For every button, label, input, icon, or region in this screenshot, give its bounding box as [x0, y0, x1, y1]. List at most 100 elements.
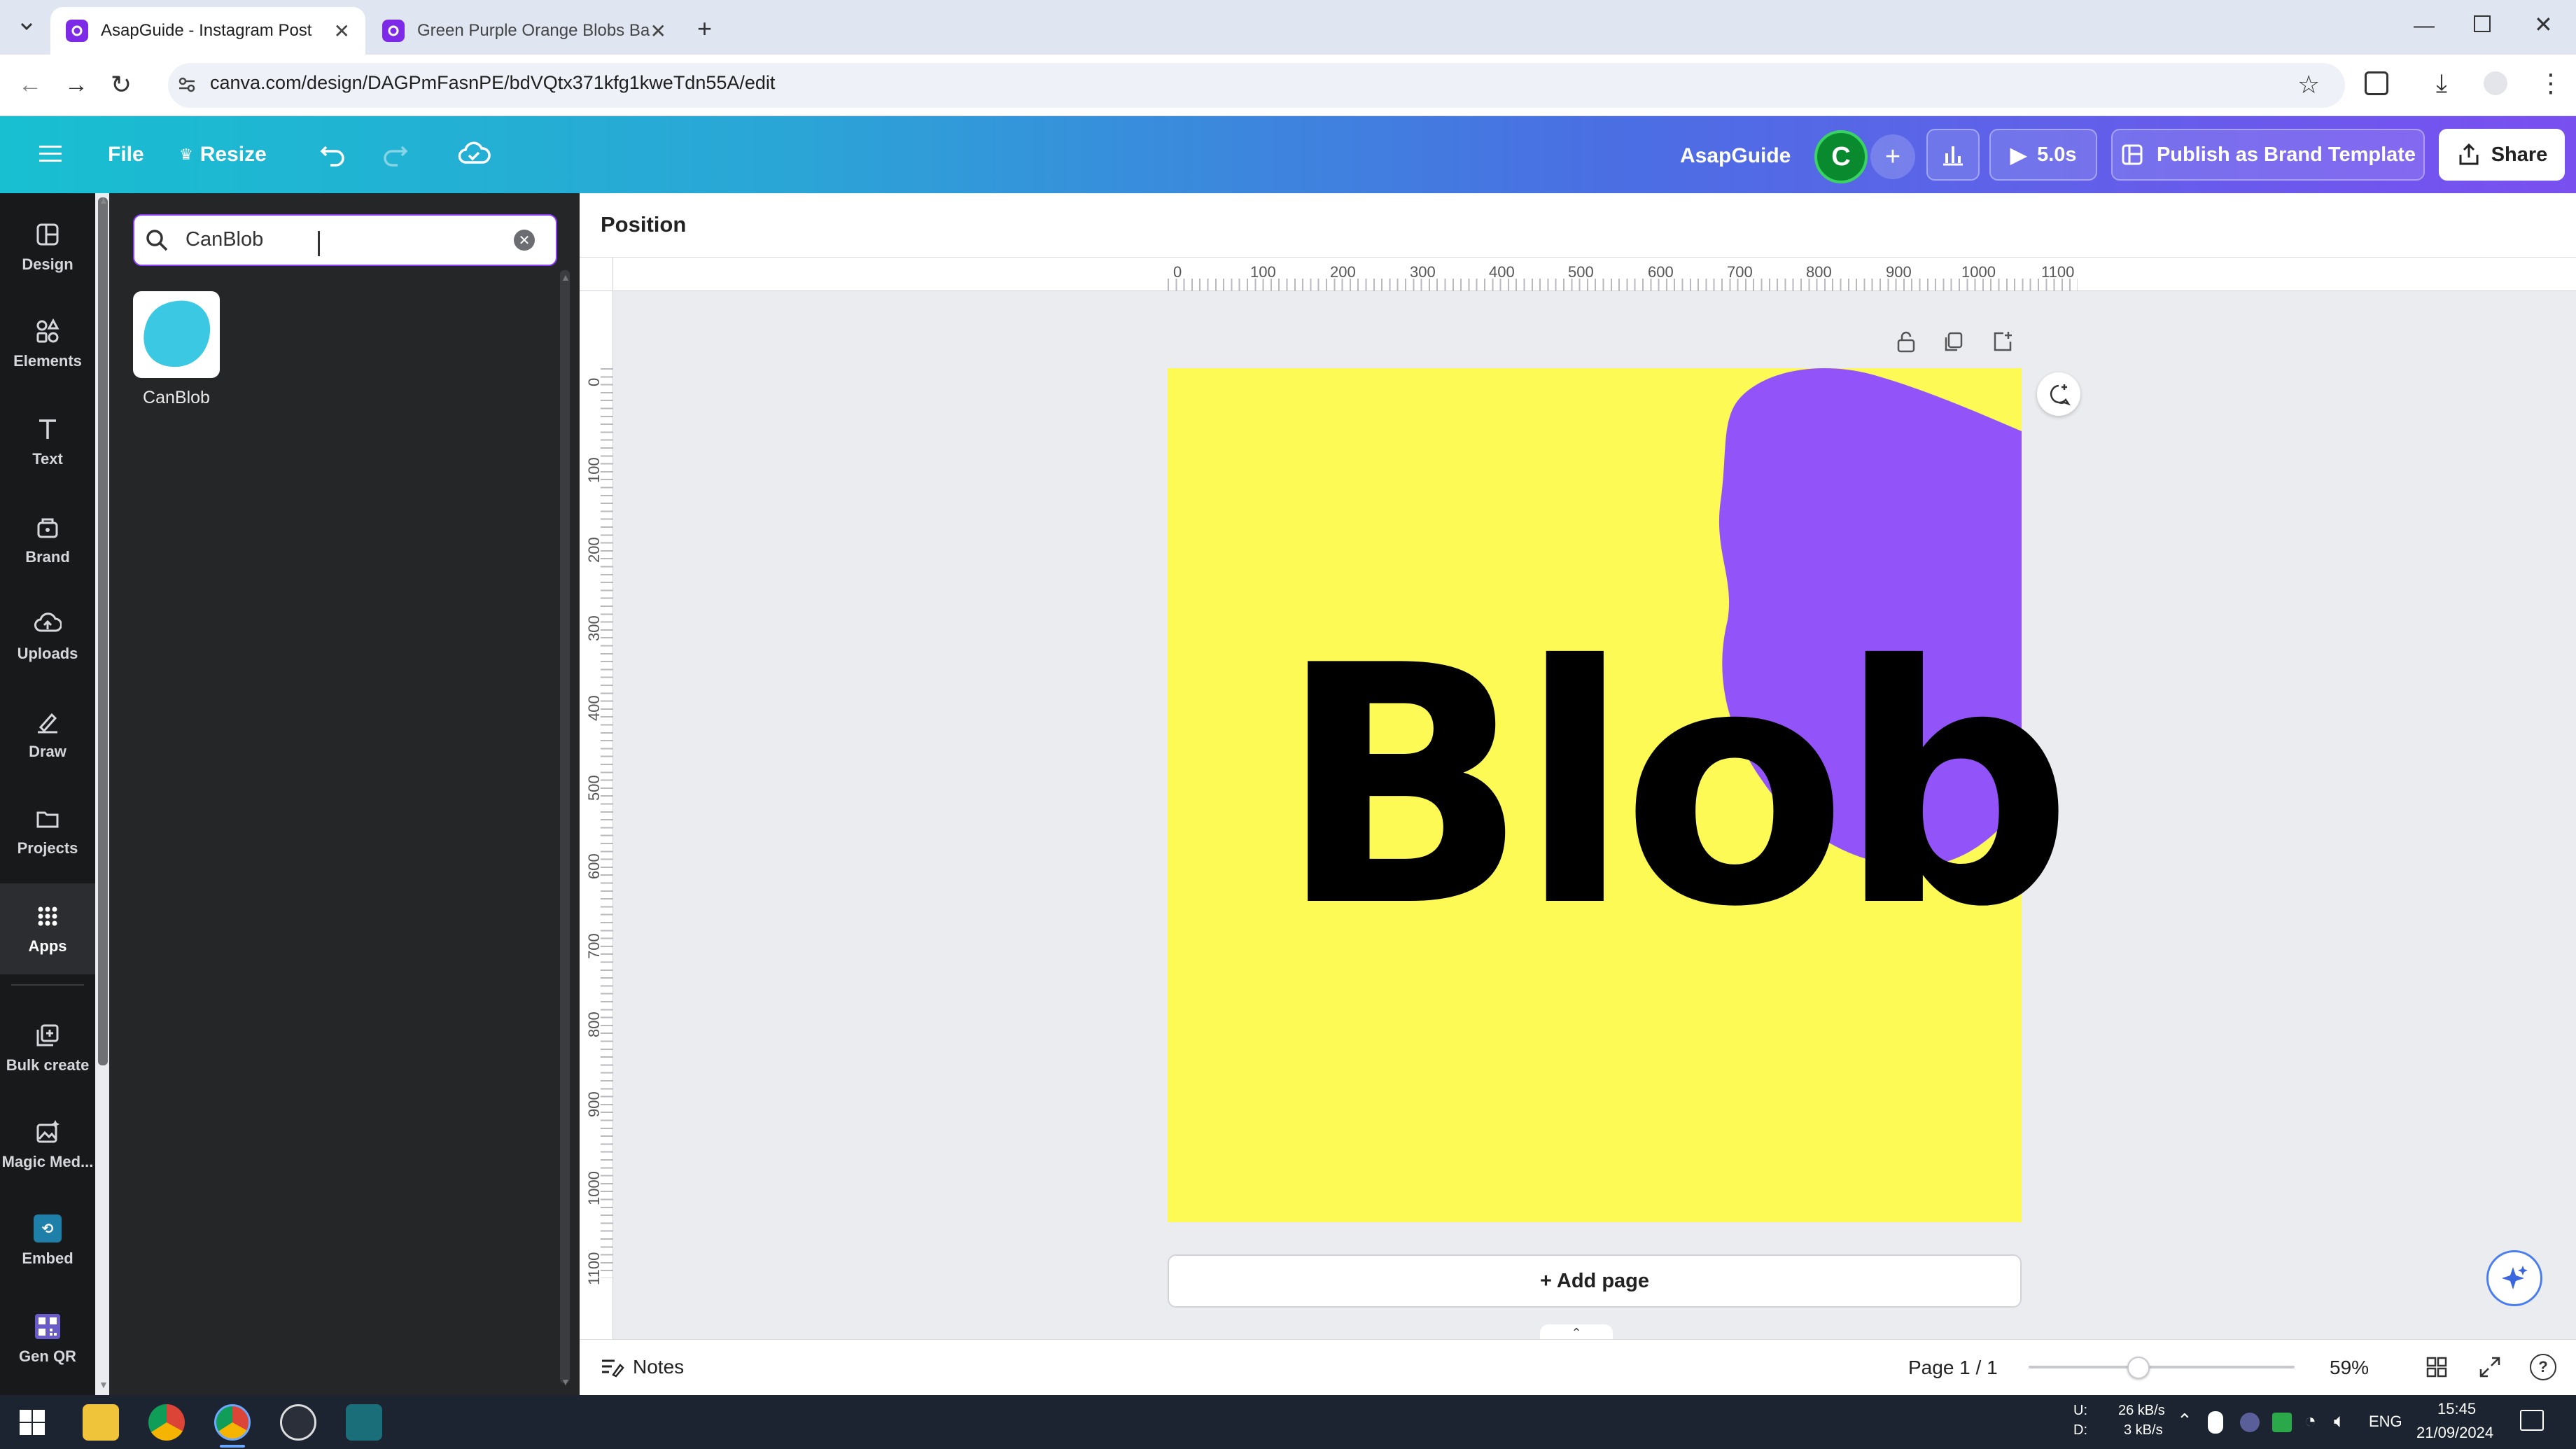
restore-icon[interactable]: [2474, 15, 2491, 32]
rail-scrollbar[interactable]: [98, 197, 108, 1065]
cloud-saved-icon[interactable]: [456, 139, 491, 169]
notes-button[interactable]: Notes: [599, 1355, 684, 1379]
close-tab-icon[interactable]: ✕: [650, 20, 666, 43]
tab-title: Green Purple Orange Blobs Ba: [417, 21, 650, 40]
fullscreen-icon[interactable]: [2478, 1355, 2502, 1379]
canblob-app-thumbnail[interactable]: [133, 291, 220, 378]
rail-magic-media[interactable]: Magic Med...: [0, 1099, 95, 1190]
tab-green-purple[interactable]: Green Purple Orange Blobs Ba ✕: [367, 7, 682, 55]
panel-scroll-down-icon[interactable]: ▼: [561, 1376, 570, 1387]
clear-search-icon[interactable]: ✕: [514, 230, 535, 251]
h-tick-label: 300: [1410, 263, 1436, 281]
rail-brand[interactable]: Brand: [0, 494, 95, 585]
v-tick-label: 600: [585, 853, 603, 879]
bookmark-star-icon[interactable]: ☆: [2297, 70, 2320, 99]
net-download-speed: 3 kB/s: [2124, 1422, 2163, 1438]
headline-text[interactable]: Blob: [1278, 623, 2073, 952]
v-tick-label: 1000: [585, 1171, 603, 1205]
clock-time[interactable]: 15:45: [2437, 1400, 2476, 1418]
rail-embed[interactable]: ⟲ Embed: [0, 1196, 95, 1287]
resize-menu[interactable]: ♛ Resize: [179, 143, 267, 167]
reload-icon[interactable]: ↻: [111, 70, 132, 99]
rail-apps[interactable]: Apps: [0, 883, 95, 974]
tray-overflow-icon[interactable]: ⌃: [2177, 1410, 2192, 1432]
panel-scroll-up-icon[interactable]: ▲: [561, 272, 570, 283]
language-indicator[interactable]: ENG: [2369, 1413, 2402, 1431]
rail-text[interactable]: Text: [0, 396, 95, 487]
help-icon[interactable]: ?: [2530, 1354, 2556, 1380]
notifications-icon[interactable]: [2520, 1410, 2544, 1431]
profile-avatar[interactable]: [2484, 71, 2507, 95]
main-menu-icon[interactable]: [36, 141, 64, 167]
v-tick-label: 700: [585, 933, 603, 959]
invite-add-icon[interactable]: +: [1870, 134, 1915, 179]
back-icon[interactable]: ←: [18, 71, 42, 99]
insights-button[interactable]: [1926, 129, 1980, 181]
rail-uploads[interactable]: Uploads: [0, 591, 95, 682]
file-explorer-icon[interactable]: [83, 1404, 119, 1441]
browser-menu-icon[interactable]: ⋮: [2538, 69, 2563, 98]
net-upload-speed: 26 kB/s: [2118, 1403, 2165, 1418]
rail-bulk-create[interactable]: Bulk create: [0, 1002, 95, 1093]
rail-scroll-down-icon[interactable]: ▼: [99, 1379, 108, 1390]
close-window-icon[interactable]: ✕: [2534, 11, 2553, 38]
microphone-icon[interactable]: [2208, 1411, 2223, 1434]
tray-app2-icon[interactable]: [2272, 1413, 2292, 1432]
file-menu[interactable]: File: [108, 143, 144, 167]
uploads-icon: [34, 612, 62, 632]
grid-view-icon[interactable]: [2425, 1355, 2449, 1379]
downloads-icon[interactable]: ⤓: [2436, 69, 2447, 99]
close-tab-icon[interactable]: ✕: [334, 20, 350, 43]
rail-projects[interactable]: Projects: [0, 785, 95, 876]
position-button[interactable]: Position: [601, 212, 686, 237]
left-rail: Design Elements Text Brand Uploads Draw …: [0, 193, 95, 1395]
duplicate-page-icon[interactable]: [1942, 329, 1966, 354]
page-indicator[interactable]: Page 1 / 1: [1908, 1357, 1998, 1379]
team-name[interactable]: AsapGuide: [1680, 144, 1791, 168]
rail-draw[interactable]: Draw: [0, 689, 95, 780]
panel-scrollbar[interactable]: [560, 270, 570, 1383]
add-page-button[interactable]: + Add page: [1168, 1254, 2022, 1308]
site-info-icon[interactable]: [176, 74, 197, 95]
clock-date[interactable]: 21/09/2024: [2416, 1424, 2493, 1442]
minimize-icon[interactable]: —: [2414, 14, 2435, 38]
tab-list-dropdown-icon[interactable]: [15, 15, 38, 38]
terminal-app-icon[interactable]: [346, 1404, 382, 1441]
forward-icon[interactable]: →: [64, 71, 88, 99]
volume-icon[interactable]: 🔈︎: [2334, 1410, 2346, 1433]
lock-page-icon[interactable]: [1894, 329, 1918, 354]
canblob-app-label: CanBlob: [143, 388, 210, 407]
redo-icon[interactable]: [379, 137, 412, 169]
draw-icon: [38, 713, 57, 734]
zoom-slider-track[interactable]: [2029, 1366, 2295, 1368]
magic-assistant-button[interactable]: [2486, 1250, 2542, 1306]
design-icon: [36, 223, 59, 246]
clock-app-icon[interactable]: [280, 1404, 316, 1441]
publish-brand-template-button[interactable]: Publish as Brand Template: [2111, 129, 2425, 181]
rail-design[interactable]: Design: [0, 202, 95, 293]
bulk-create-icon: [36, 1024, 59, 1046]
h-tick-label: 600: [1648, 263, 1674, 281]
chrome-icon[interactable]: [148, 1404, 185, 1441]
user-avatar[interactable]: C: [1814, 130, 1868, 183]
comment-add-icon[interactable]: [2037, 372, 2080, 416]
h-tick-label: 200: [1330, 263, 1356, 281]
zoom-level[interactable]: 59%: [2330, 1357, 2369, 1379]
zoom-slider-handle[interactable]: [2127, 1357, 2150, 1379]
rail-elements[interactable]: Elements: [0, 298, 95, 389]
extensions-icon[interactable]: [2365, 71, 2388, 95]
tab-asapguide[interactable]: AsapGuide - Instagram Post ✕: [50, 7, 365, 55]
tray-app-icon[interactable]: [2240, 1413, 2260, 1432]
rail-scroll-up-icon[interactable]: ▲: [99, 195, 108, 206]
share-button[interactable]: Share: [2439, 129, 2565, 181]
chrome-active-icon[interactable]: [214, 1404, 251, 1441]
h-tick-label: 1000: [1961, 263, 1996, 281]
present-button[interactable]: ▶ 5.0s: [1989, 129, 2097, 181]
net-download-label: D:: [2073, 1422, 2087, 1438]
rail-gen-qr[interactable]: Gen QR: [0, 1294, 95, 1385]
windows-start-icon[interactable]: [18, 1408, 46, 1436]
new-tab-icon[interactable]: +: [697, 14, 712, 43]
wifi-icon[interactable]: ◔: [2304, 1410, 2316, 1432]
add-page-icon[interactable]: [1991, 329, 2015, 354]
undo-icon[interactable]: [316, 137, 349, 169]
